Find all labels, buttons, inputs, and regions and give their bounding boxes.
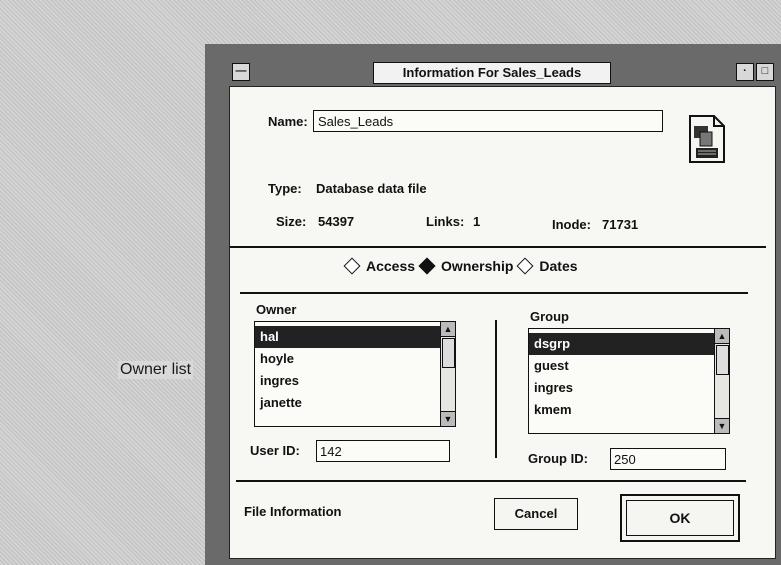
group-list-item[interactable]: ingres [529,377,729,399]
user-id-field[interactable]: 142 [316,440,450,462]
window-title: Information For Sales_Leads [373,62,611,84]
type-label: Type: [268,181,302,196]
size-value: 54397 [318,214,355,229]
group-label: Group [530,309,569,324]
group-list-item[interactable]: dsgrp [529,333,729,355]
status-text: File Information [244,504,342,519]
links-label: Links: [426,214,465,229]
owner-list-scrollbar[interactable]: ▲ ▼ [440,322,455,426]
ownership-radio[interactable] [418,257,436,275]
owner-list-item[interactable]: ingres [255,370,455,392]
scroll-down-arrow-icon[interactable]: ▼ [441,411,455,426]
owner-list-callout: Owner list [118,361,194,379]
inode-value: 71731 [602,217,639,232]
separator-bottom [236,480,746,482]
scroll-up-arrow-icon[interactable]: ▲ [441,322,455,337]
access-radio-label[interactable]: Access [366,258,415,274]
owner-list-item[interactable]: janette [255,392,455,414]
group-list-item[interactable]: guest [529,355,729,377]
name-label: Name: [268,114,308,129]
window-menu-button[interactable]: — [232,63,250,81]
ok-button[interactable]: OK [626,500,734,536]
inode-label: Inode: [552,217,591,232]
section-divider [495,320,497,458]
scroll-up-arrow-icon[interactable]: ▲ [715,329,729,344]
maximize-button[interactable]: □ [756,63,774,81]
group-list-scrollbar[interactable]: ▲ ▼ [714,329,729,433]
group-list-item[interactable]: kmem [529,399,729,421]
scroll-down-arrow-icon[interactable]: ▼ [715,418,729,433]
owner-list-item[interactable]: hoyle [255,348,455,370]
owner-label: Owner [256,302,297,317]
links-value: 1 [473,214,481,229]
dates-radio-label[interactable]: Dates [539,258,577,274]
database-file-icon [689,115,725,163]
size-label: Size: [276,214,307,229]
cancel-button[interactable]: Cancel [494,498,578,530]
view-selector: Access Ownership Dates [340,257,578,275]
access-radio[interactable] [343,257,361,275]
dates-radio[interactable] [516,257,534,275]
group-id-label: Group ID: [528,451,588,466]
title-bar[interactable]: — Information For Sales_Leads · □ [229,60,776,87]
separator-top [230,246,766,248]
owner-list-item[interactable]: hal [255,326,455,348]
owner-list-scroll-thumb[interactable] [442,338,455,368]
name-field[interactable]: Sales_Leads [313,110,663,132]
ownership-radio-label[interactable]: Ownership [441,258,513,274]
separator-tabs [240,292,748,294]
group-list[interactable]: dsgrp guest ingres kmem ▲ ▼ [528,328,730,434]
minimize-button[interactable]: · [736,63,754,81]
owner-list[interactable]: hal hoyle ingres janette ▲ ▼ [254,321,456,427]
group-id-field[interactable]: 250 [610,448,726,470]
type-value: Database data file [316,181,427,196]
user-id-label: User ID: [250,443,300,458]
group-list-scroll-thumb[interactable] [716,345,729,375]
